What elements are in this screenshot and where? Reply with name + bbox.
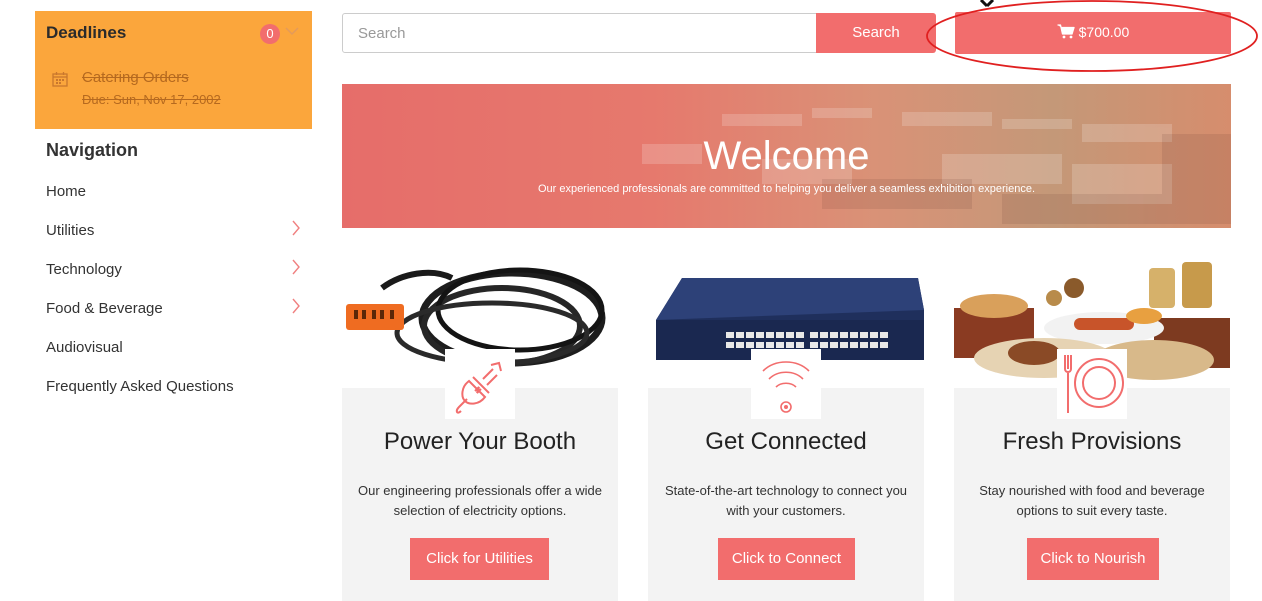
nav-item-faq[interactable]: Frequently Asked Questions [46, 372, 306, 402]
nav-item-label: Utilities [46, 222, 95, 239]
card-title: Get Connected [705, 428, 867, 455]
cart-total: $700.00 [1078, 24, 1130, 40]
click-to-connect-button[interactable]: Click to Connect [718, 538, 855, 580]
banner-title: Welcome [703, 134, 870, 178]
card-title: Fresh Provisions [1002, 428, 1182, 455]
plate-cutlery-icon [1057, 349, 1127, 419]
card-description: Stay nourished with food and beverage op… [979, 483, 1205, 518]
wifi-icon [751, 349, 821, 419]
nav-item-label: Home [46, 183, 87, 200]
card-description: State-of-the-art technology to connect y… [664, 483, 908, 518]
deadlines-title: Deadlines [46, 23, 127, 42]
nav-item-technology[interactable]: Technology [46, 255, 306, 285]
calendar-icon [52, 71, 68, 87]
deadlines-count-badge: 0 [260, 24, 280, 44]
chevron-right-icon [291, 258, 301, 281]
nav-item-utilities[interactable]: Utilities [46, 216, 306, 246]
deadline-item-due: Due: Sun, Nov 17, 2002 [82, 92, 221, 107]
power-plug-icon [445, 349, 515, 419]
shopping-cart-icon [1057, 24, 1075, 42]
chevron-right-icon [291, 219, 301, 242]
nav-item-home[interactable]: Home [46, 177, 306, 207]
welcome-banner: Welcome Our experienced professionals ar… [342, 84, 1231, 228]
deadlines-panel: Deadlines 0 Catering Orders Due: Sun, No… [35, 11, 312, 129]
service-card-technology: Get Connected State-of-the-art technolog… [648, 248, 924, 601]
search-box [342, 13, 820, 53]
chevron-down-icon[interactable] [285, 23, 299, 39]
click-for-utilities-button[interactable]: Click for Utilities [410, 538, 549, 580]
nav-item-label: Audiovisual [46, 339, 123, 356]
navigation-heading: Navigation [46, 140, 139, 160]
cart-button[interactable]: $700.00 [955, 12, 1231, 54]
search-input[interactable] [343, 14, 819, 52]
card-title: Power Your Booth [383, 428, 577, 455]
nav-item-label: Food & Beverage [46, 300, 163, 317]
banner-subtitle: Our experienced professionals are commit… [537, 183, 1036, 195]
chevron-right-icon [291, 297, 301, 320]
nav-item-label: Frequently Asked Questions [46, 378, 234, 395]
nav-item-audiovisual[interactable]: Audiovisual [46, 333, 306, 363]
nav-item-label: Technology [46, 261, 122, 278]
deadline-item-title[interactable]: Catering Orders [82, 69, 189, 86]
search-button[interactable]: Search [816, 13, 936, 53]
service-card-food-beverage: Fresh Provisions Stay nourished with foo… [954, 248, 1230, 601]
nav-item-food-beverage[interactable]: Food & Beverage [46, 294, 306, 324]
click-to-nourish-button[interactable]: Click to Nourish [1027, 538, 1159, 580]
service-card-utilities: Power Your Booth Our engineering profess… [342, 248, 618, 601]
card-description: Our engineering professionals offer a wi… [357, 483, 603, 518]
